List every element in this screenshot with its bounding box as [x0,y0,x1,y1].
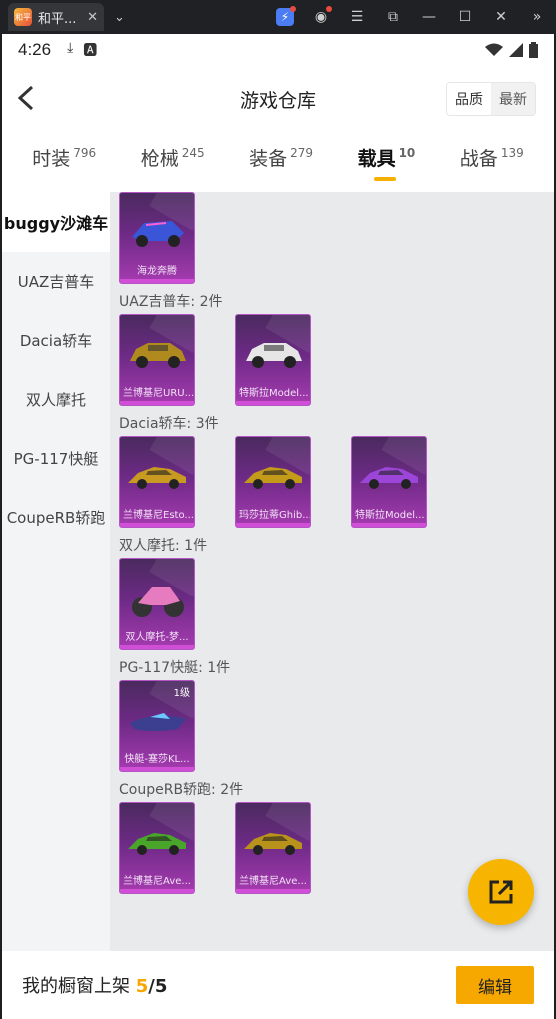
showcase-count: 5 [135,976,149,997]
tab-vehicles[interactable]: 载具 10 [358,144,415,181]
tab-title: 和平... [38,11,77,27]
minimize-icon[interactable]: — [420,8,438,26]
edit-button[interactable]: 编辑 [456,966,534,1004]
vehicle-name: 特斯拉Model... [239,388,309,399]
tab-close-icon[interactable]: ✕ [87,10,98,25]
wifi-icon [485,43,503,56]
battery-icon [529,42,538,58]
signal-icon [509,43,523,57]
car-image [244,467,302,489]
app-header: 游戏仓库 品质 最新 [2,66,554,130]
car-image [244,833,302,855]
car-image [360,467,418,489]
sort-quality-button[interactable]: 品质 [447,83,491,115]
maximize-icon[interactable]: ☐ [456,8,474,26]
vehicle-card[interactable]: 海龙奔腾 [119,192,195,284]
sidebar-item-dacia[interactable]: Dacia轿车 [2,311,110,370]
rarity-bar [120,523,194,527]
more-icon[interactable]: » [528,8,546,26]
suv-image [246,343,302,368]
card-row: 1级快艇-塞莎KL... [119,680,554,772]
window-titlebar: 和平 和平... ✕ ⌄ ⚡ ◉ ☰ ⧉ — ☐ ✕ » [0,0,556,34]
group-title: UAZ吉普车: 2件 [119,294,223,310]
buggy-image [132,221,184,247]
vehicle-card[interactable]: 双人摩托-梦... [119,558,195,650]
vehicle-card[interactable]: 玛莎拉蒂Ghib... [235,436,311,528]
rarity-bar [352,523,426,527]
sidebar-item-boat[interactable]: PG-117快艇 [2,429,110,488]
close-icon[interactable]: ✕ [492,8,510,26]
vehicle-name: 快艇-塞莎KL... [124,754,190,765]
vehicle-list[interactable]: 海龙奔腾 UAZ吉普车: 2件兰博基尼URU... 特斯拉Model... Dacia… [110,192,554,951]
boat-image [130,713,186,731]
rarity-bar [236,889,310,893]
vehicle-name: 兰博基尼Ave... [239,876,307,887]
vehicle-name: 双人摩托-梦... [125,632,189,643]
car-image [128,467,186,489]
category-tabs: 时装 796 枪械 245 装备 279 载具 10 战备 139 [2,130,554,192]
sidebar-item-coupe[interactable]: CoupeRB轿跑 [2,488,110,547]
rarity-bar [236,401,310,405]
group-title: PG-117快艇: 1件 [119,660,231,676]
tab-weapons[interactable]: 枪械 245 [141,144,205,179]
sidebar-item-uaz[interactable]: UAZ吉普车 [2,252,110,311]
group-title: Dacia轿车: 3件 [119,416,219,432]
card-row: 海龙奔腾 [119,192,554,284]
rarity-bar [120,279,194,283]
vehicle-card[interactable]: 兰博基尼Esto... [119,436,195,528]
account-icon[interactable]: ◉ [312,6,332,26]
browser-tab[interactable]: 和平 和平... ✕ [8,3,104,31]
showcase-label: 我的橱窗上架 5/5 [22,976,168,997]
vehicle-name: 海龙奔腾 [137,266,177,277]
sort-toggle: 品质 最新 [446,82,536,116]
bottom-bar: 我的橱窗上架 5/5 编辑 [2,951,554,1019]
tab-supplies[interactable]: 战备 139 [460,144,524,179]
vehicle-card[interactable]: 兰博基尼Ave... [119,802,195,894]
tab-dropdown-chevron-icon[interactable]: ⌄ [114,10,125,25]
vehicle-sidebar: buggy沙滩车 UAZ吉普车 Dacia轿车 双人摩托 PG-117快艇 Co… [2,192,110,951]
tab-equipment[interactable]: 装备 279 [249,144,313,179]
car-image [128,833,186,855]
rarity-bar [120,401,194,405]
vehicle-name: 兰博基尼URU... [123,388,194,399]
sidebar-item-buggy[interactable]: buggy沙滩车 [2,192,110,252]
sidebar-item-motorcycle[interactable]: 双人摩托 [2,370,110,429]
app-favicon-icon: 和平 [14,8,32,26]
rarity-bar [236,523,310,527]
rarity-bar [120,889,194,893]
card-row: 兰博基尼Esto... 玛莎拉蒂Ghib... 特斯拉Model... [119,436,554,528]
group-title: CoupeRB轿跑: 2件 [119,782,244,798]
vehicle-card[interactable]: 特斯拉Model... [235,314,311,406]
card-row: 双人摩托-梦... [119,558,554,650]
content-area: buggy沙滩车 UAZ吉普车 Dacia轿车 双人摩托 PG-117快艇 Co… [2,192,554,951]
suv-image [130,343,186,368]
screenshot-icon[interactable]: ⧉ [384,8,402,26]
vehicle-name: 兰博基尼Ave... [123,876,191,887]
group-title: 双人摩托: 1件 [119,538,208,554]
vehicle-card[interactable]: 兰博基尼Ave... [235,802,311,894]
vehicle-name: 玛莎拉蒂Ghib... [239,510,310,521]
share-button[interactable] [468,859,534,925]
external-link-icon [489,880,513,904]
status-time: 4:26 [18,40,52,59]
phone-screen: 4:26 ⤓ 🅰 游戏仓库 品质 最新 时装 796 枪械 245 装备 279 载具… [2,34,554,1019]
rarity-bar [120,767,194,771]
moto-image [132,587,184,617]
download-icon: ⤓ [67,40,74,56]
vehicle-card[interactable]: 1级快艇-塞莎KL... [119,680,195,772]
sort-latest-button[interactable]: 最新 [491,83,535,115]
vehicle-card[interactable]: 特斯拉Model... [351,436,427,528]
vehicle-name: 特斯拉Model... [355,510,425,521]
card-row: 兰博基尼URU... 特斯拉Model... [119,314,554,406]
level-badge: 1级 [173,688,190,699]
menu-icon[interactable]: ☰ [348,8,366,26]
tab-fashion[interactable]: 时装 796 [32,144,96,179]
bolt-icon[interactable]: ⚡ [276,6,296,26]
vehicle-name: 兰博基尼Esto... [123,510,194,521]
font-icon: 🅰 [83,43,98,59]
status-bar: 4:26 ⤓ 🅰 [2,34,554,66]
vehicle-card[interactable]: 兰博基尼URU... [119,314,195,406]
rarity-bar [120,645,194,649]
